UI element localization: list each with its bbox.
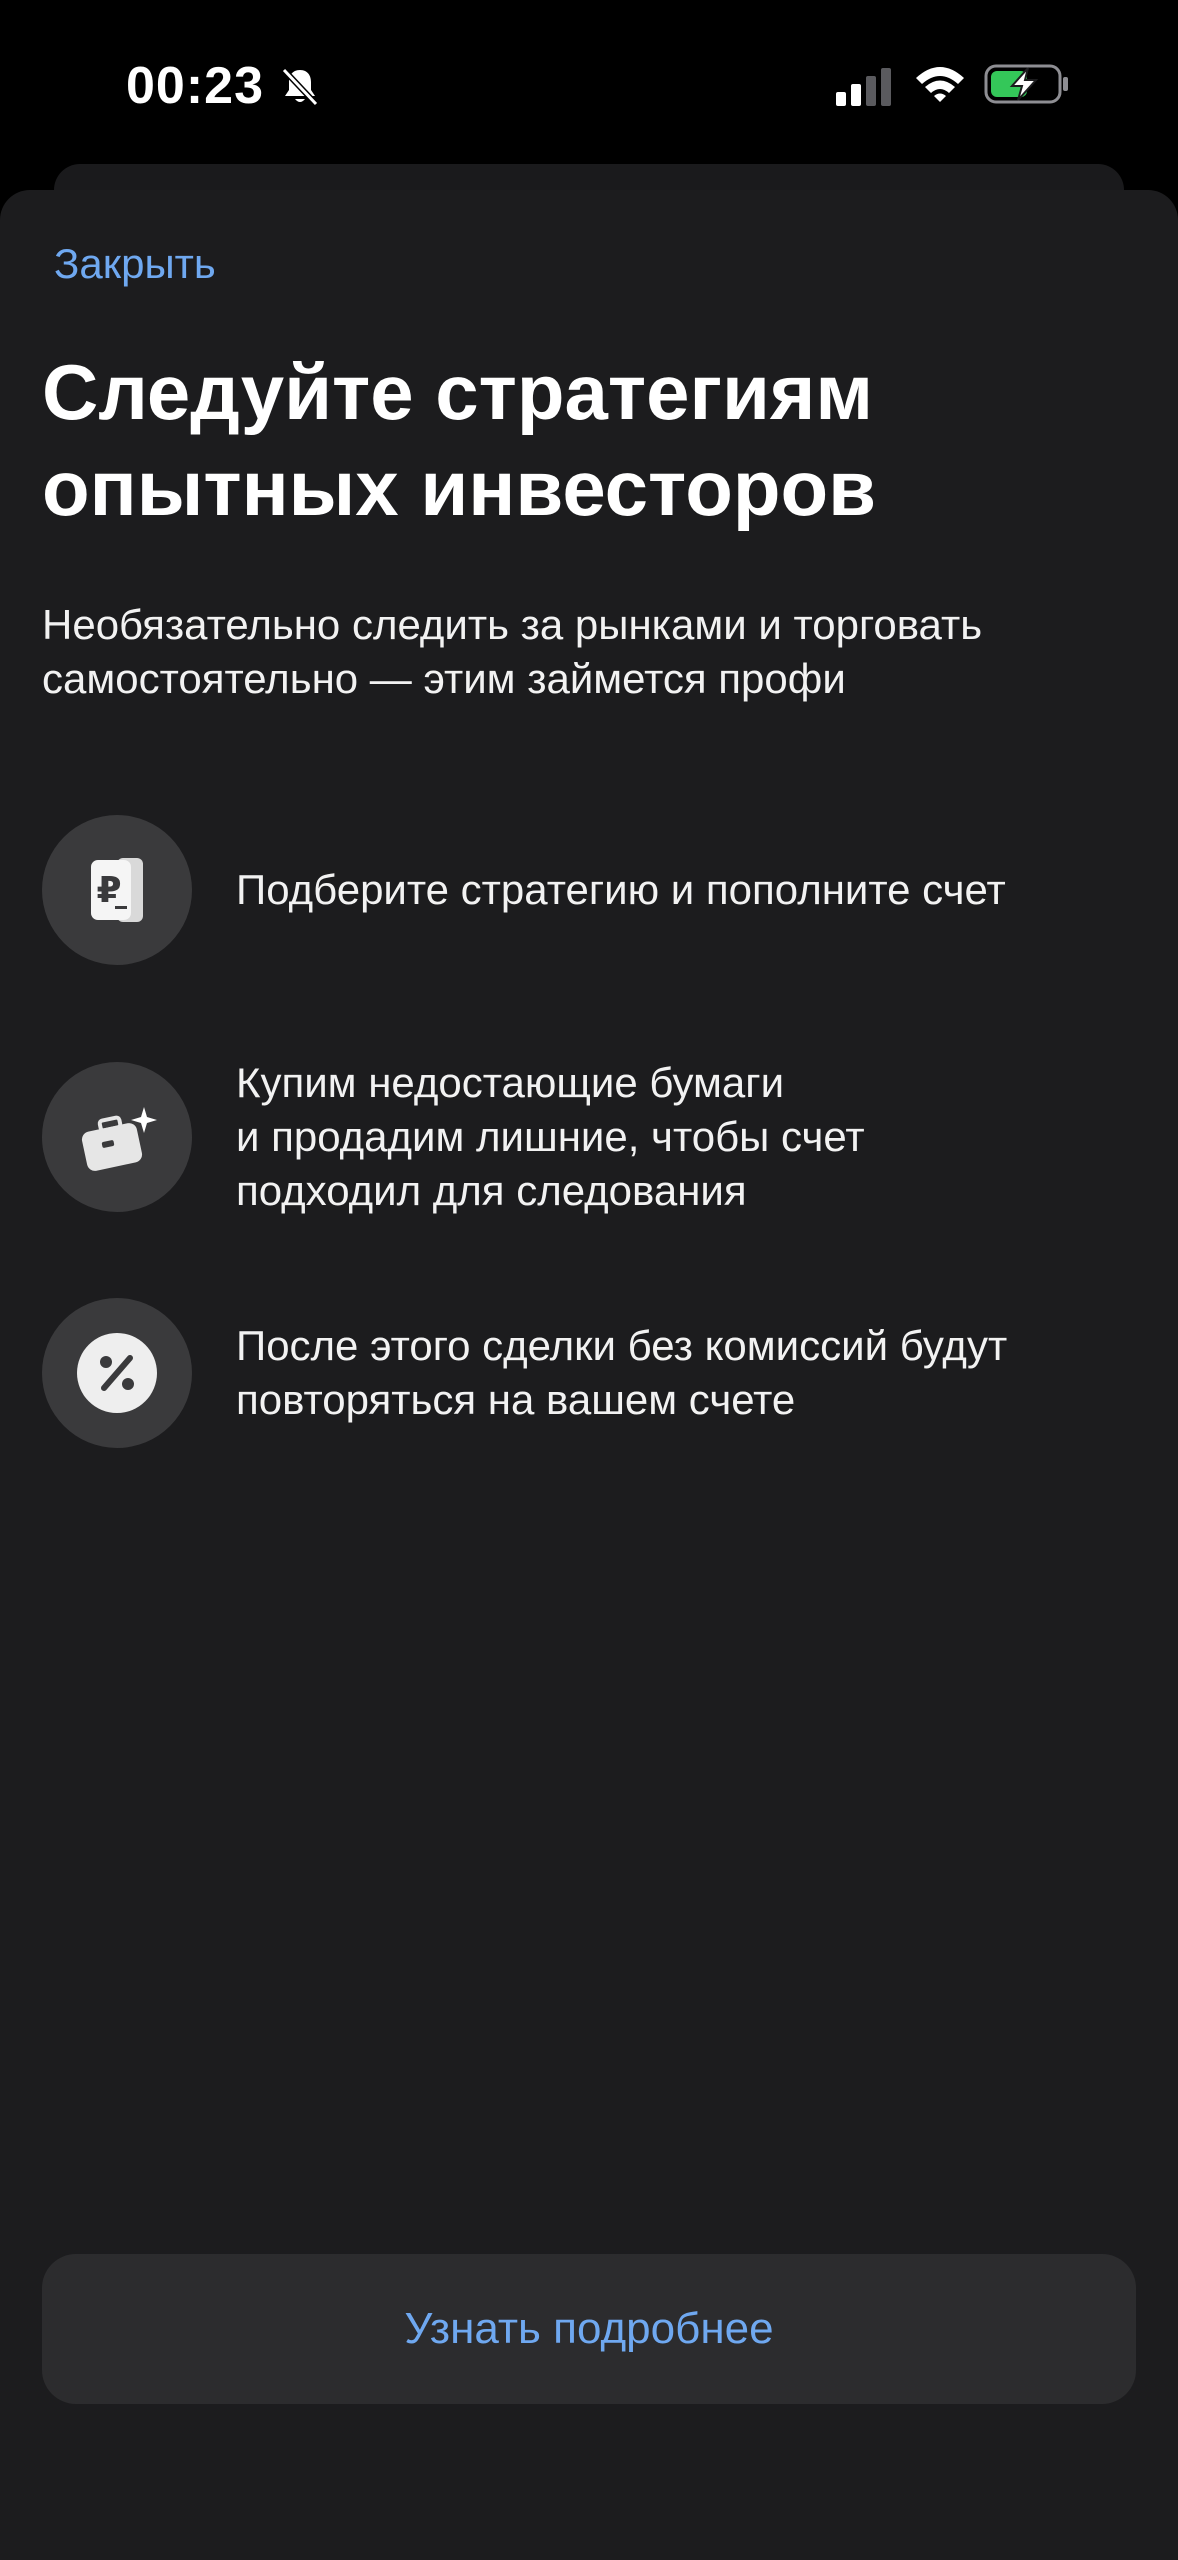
feature-item: Купим недостающие бумаги и продадим лишн… (42, 1056, 1162, 1218)
bell-slash-icon (281, 67, 319, 107)
learn-more-button[interactable]: Узнать подробнее (42, 2254, 1136, 2404)
briefcase-sparkle-icon (42, 1062, 192, 1212)
close-button[interactable]: Закрыть (54, 240, 216, 288)
svg-text:₽: ₽ (96, 870, 121, 911)
percent-badge-icon (42, 1298, 192, 1448)
feature-text: Подберите стратегию и пополните счет (236, 866, 1006, 913)
feature-item: После этого сделки без комиссий будут по… (42, 1298, 1162, 1448)
feature-item: ₽ Подберите стратегию и пополните счет (42, 815, 1162, 965)
wifi-icon (916, 67, 964, 102)
ruble-wallet-icon: ₽ (42, 815, 192, 965)
page-subtitle: Необязательно следить за рынками и торго… (42, 601, 983, 702)
page-title: Следуйте стратегиям опытных инвесторов (42, 348, 877, 532)
feature-text: После этого сделки без комиссий будут по… (236, 1322, 1008, 1423)
status-bar: 00:23 (0, 0, 1178, 170)
feature-text: Купим недостающие бумаги и продадим лишн… (236, 1059, 865, 1214)
battery-charging-icon (984, 64, 1068, 104)
screen: 00:23 Закрыть Следуйте стратегиям опытны… (0, 0, 1178, 2560)
cellular-signal-icon (836, 68, 891, 106)
status-time: 00:23 (126, 57, 264, 115)
